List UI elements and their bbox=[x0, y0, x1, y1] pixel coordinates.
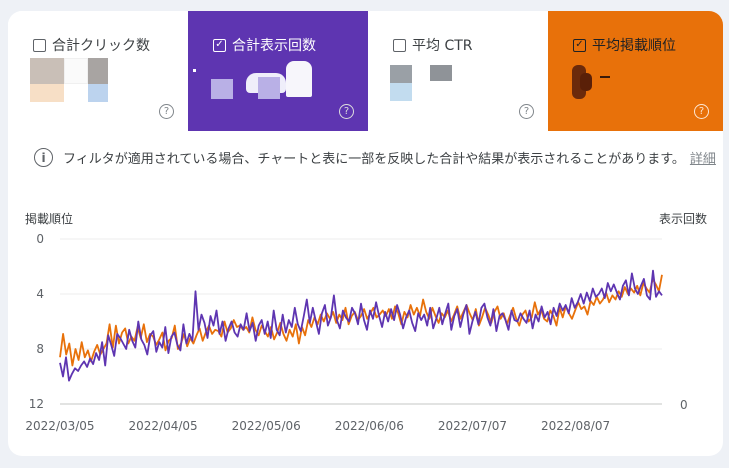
right-axis-title: 表示回数 bbox=[659, 211, 707, 226]
performance-chart: 掲載順位 表示回数 0 4 8 12 0 2022/03/05 2022/04/05 202… bbox=[25, 211, 707, 433]
right-y-tick-label: 0 bbox=[680, 398, 688, 412]
x-tick-label: 2022/08/07 bbox=[541, 419, 610, 433]
left-y-tick-label: 4 bbox=[36, 287, 44, 301]
series-impressions-line bbox=[59, 269, 663, 382]
x-tick-label: 2022/03/05 bbox=[25, 419, 94, 433]
x-tick-label: 2022/04/05 bbox=[129, 419, 198, 433]
x-tick-label: 2022/07/07 bbox=[438, 419, 507, 433]
x-tick-label: 2022/06/06 bbox=[335, 419, 404, 433]
series-average-position-line bbox=[59, 274, 663, 367]
left-y-tick-label: 0 bbox=[36, 232, 44, 246]
x-tick-label: 2022/05/06 bbox=[232, 419, 301, 433]
left-y-tick-label: 8 bbox=[36, 342, 44, 356]
left-y-tick-label: 12 bbox=[29, 397, 44, 411]
left-axis-title: 掲載順位 bbox=[25, 211, 73, 226]
